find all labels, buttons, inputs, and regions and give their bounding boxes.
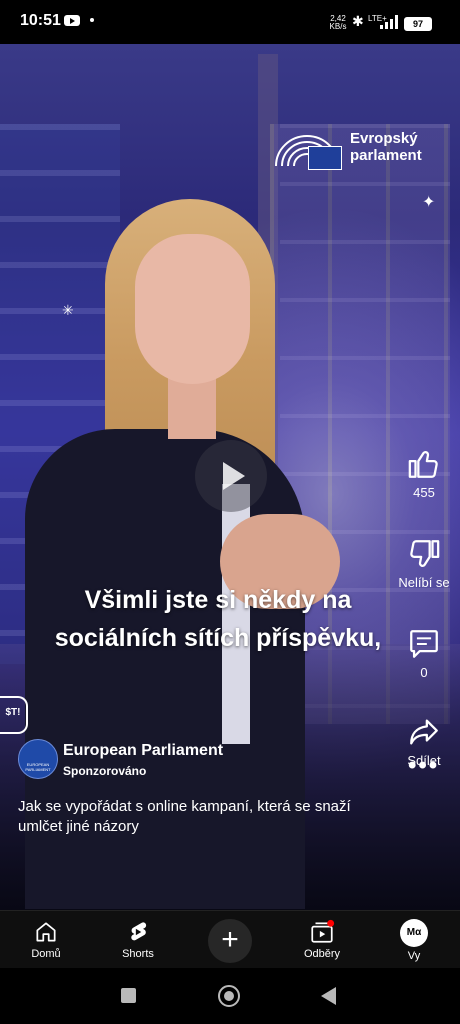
nav-home[interactable]: Domů xyxy=(6,919,86,960)
more-options-button[interactable]: ••• xyxy=(408,752,439,780)
thumbs-down-icon xyxy=(410,540,440,567)
network-speed: 2,42 KB/s xyxy=(329,14,347,31)
nav-shorts[interactable]: Shorts xyxy=(98,919,178,960)
create-button[interactable]: + xyxy=(208,919,252,963)
video-caption: Všimli jste si někdy na sociálních sítíc… xyxy=(18,581,418,657)
like-count: 455 xyxy=(413,485,435,500)
back-icon[interactable] xyxy=(321,987,336,1005)
shorts-icon xyxy=(131,922,147,941)
home-icon xyxy=(36,922,56,942)
comments-button[interactable]: 0 xyxy=(388,627,460,680)
status-time: 10:51 xyxy=(20,12,61,29)
person-jacket xyxy=(25,429,305,909)
subscriptions-icon xyxy=(311,919,335,943)
eu-flag-icon xyxy=(308,146,342,170)
sponsored-label: Sponzorováno xyxy=(63,764,147,778)
play-button[interactable] xyxy=(195,440,267,512)
caption-line-2: sociálních sítích příspěvku, xyxy=(54,624,382,652)
system-navigation-bar xyxy=(0,968,460,1024)
bluetooth-icon: ✱ xyxy=(352,13,364,29)
nav-subscriptions[interactable]: Odběry xyxy=(282,919,362,960)
sticker-speech-bubble: $T! xyxy=(0,696,28,734)
signal-icon xyxy=(380,15,398,29)
recent-apps-icon[interactable] xyxy=(121,988,136,1003)
video-description[interactable]: Jak se vypořádat s online kampaní, která… xyxy=(18,797,358,837)
battery-indicator: 97 xyxy=(404,17,432,31)
logo-line-1: Evropský xyxy=(350,130,418,147)
channel-avatar-text: EUROPEAN PARLIAMENT xyxy=(25,762,51,772)
channel-name[interactable]: European Parliament xyxy=(63,742,223,760)
nav-shorts-label: Shorts xyxy=(122,948,154,960)
share-icon xyxy=(410,719,438,745)
nav-home-label: Domů xyxy=(31,948,61,960)
comment-icon xyxy=(410,630,438,658)
status-bar: 10:51 2,42 KB/s ✱ LTE+ 97 xyxy=(0,0,460,44)
sparkle-icon: ✳ xyxy=(62,302,74,318)
nav-subscriptions-label: Odběry xyxy=(303,948,341,960)
logo-line-2: parlament xyxy=(350,147,422,164)
youtube-notification-icon xyxy=(64,15,80,26)
european-parliament-logo: Evropský parlament xyxy=(274,128,444,172)
notification-dot-icon xyxy=(90,18,94,22)
like-button[interactable]: 455 xyxy=(388,447,460,500)
comment-count: 0 xyxy=(420,665,428,680)
sparkle-icon: ✦ xyxy=(422,194,436,211)
dislike-label: Nelíbí se xyxy=(398,575,450,590)
home-system-icon[interactable] xyxy=(218,985,240,1007)
channel-avatar[interactable]: EUROPEAN PARLIAMENT xyxy=(18,739,58,779)
dislike-button[interactable]: Nelíbí se xyxy=(388,537,460,590)
nav-you[interactable]: Mα Vy xyxy=(374,919,454,962)
caption-line-1: Všimli jste si někdy na xyxy=(84,586,352,614)
logo-text: Evropský parlament xyxy=(350,130,422,164)
bottom-navigation: Domů Shorts + Odběry Mα Vy xyxy=(0,910,460,969)
user-avatar: Mα xyxy=(400,919,428,947)
nav-you-label: Vy xyxy=(407,950,421,962)
person-face xyxy=(135,234,250,384)
thumbs-up-icon xyxy=(408,451,438,478)
